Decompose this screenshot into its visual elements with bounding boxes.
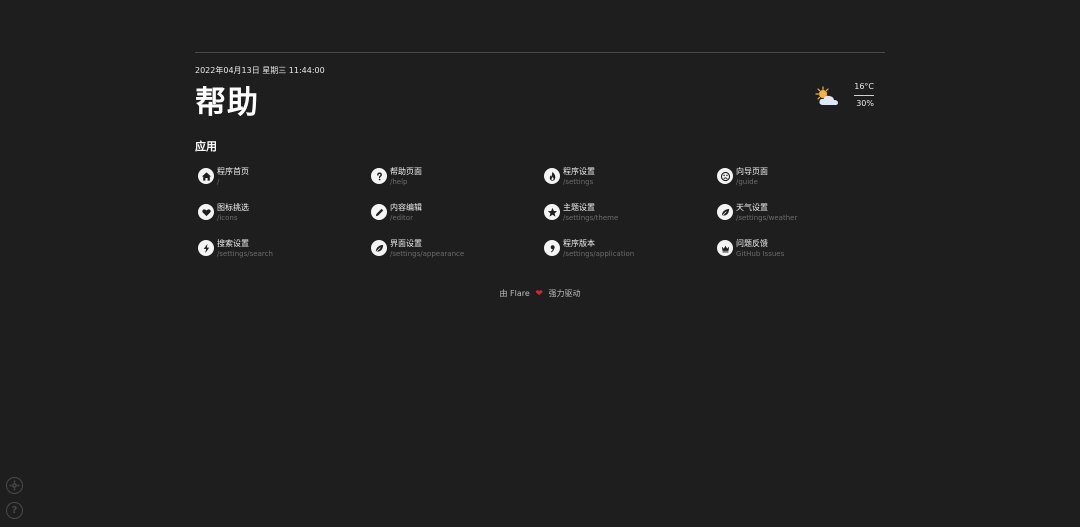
- app-path: /guide: [736, 178, 758, 186]
- section-title: 应用: [195, 140, 217, 153]
- app-name: 程序首页: [217, 167, 249, 176]
- app-name: 帮助页面: [390, 167, 422, 176]
- weather-widget: 16°C 30%: [814, 81, 874, 111]
- app-name: 内容编辑: [390, 203, 422, 212]
- heart-icon: ❤: [535, 289, 543, 299]
- footer-suffix: 强力驱动: [548, 289, 581, 298]
- heart-icon: [198, 204, 214, 220]
- settings-button[interactable]: [6, 477, 23, 494]
- app-name: 天气设置: [736, 203, 768, 212]
- app-item-version[interactable]: 程序版本 /settings/application: [541, 238, 714, 274]
- app-path: /editor: [390, 214, 413, 222]
- app-name: 图标挑选: [217, 203, 249, 212]
- app-item-theme[interactable]: 主题设置 /settings/theme: [541, 202, 714, 238]
- app-item-editor[interactable]: 内容编辑 /editor: [368, 202, 541, 238]
- app-item-guide[interactable]: 向导页面 /guide: [714, 166, 885, 202]
- app-name: 程序设置: [563, 167, 595, 176]
- leaf-icon: [371, 240, 387, 256]
- app-path: /: [217, 178, 220, 186]
- app-item-home[interactable]: 程序首页 /: [195, 166, 368, 202]
- question-icon: ?: [11, 505, 18, 516]
- top-divider: [195, 52, 885, 53]
- app-name: 界面设置: [390, 239, 422, 248]
- app-item-icons[interactable]: 图标挑选 /icons: [195, 202, 368, 238]
- lightning-icon: [198, 240, 214, 256]
- app-name: 主题设置: [563, 203, 595, 212]
- footer-prefix: 由 Flare: [499, 289, 530, 298]
- app-path: /settings/appearance: [390, 250, 465, 258]
- question-icon: [371, 168, 387, 184]
- current-datetime: 2022年04月13日 星期三 11:44:00: [195, 66, 325, 75]
- app-path: /settings: [563, 178, 594, 186]
- app-name: 问题反馈: [736, 239, 768, 248]
- leaf-icon: [717, 204, 733, 220]
- app-name: 搜索设置: [217, 239, 249, 248]
- pencil-icon: [371, 204, 387, 220]
- partly-cloudy-icon: [815, 86, 838, 105]
- app-name: 程序版本: [563, 239, 595, 248]
- star-icon: [544, 204, 560, 220]
- app-item-appearance[interactable]: 界面设置 /settings/appearance: [368, 238, 541, 274]
- help-button[interactable]: ?: [6, 502, 23, 519]
- fire-icon: [544, 168, 560, 184]
- weather-humidity: 30%: [856, 99, 874, 108]
- comma-icon: [544, 240, 560, 256]
- weather-temperature: 16°C: [854, 82, 874, 91]
- app-path: GitHub Issues: [736, 250, 785, 258]
- app-item-help[interactable]: 帮助页面 /help: [368, 166, 541, 202]
- app-grid: 程序首页 / 帮助页面 /help 程序设置 /settings 向导页面 /g…: [195, 166, 885, 274]
- app-path: /settings/weather: [736, 214, 798, 222]
- footer: 由 Flare ❤ 强力驱动: [195, 288, 885, 300]
- app-path: /settings/application: [563, 250, 635, 258]
- app-item-weather[interactable]: 天气设置 /settings/weather: [714, 202, 885, 238]
- app-path: /help: [390, 178, 408, 186]
- compass-icon: [717, 168, 733, 184]
- page-title: 帮助: [195, 85, 259, 121]
- app-item-search-settings[interactable]: 搜索设置 /settings/search: [195, 238, 368, 274]
- gear-icon: [9, 480, 20, 491]
- weather-divider: [854, 95, 874, 96]
- crown-icon: [717, 240, 733, 256]
- home-icon: [198, 168, 214, 184]
- app-path: /settings/theme: [563, 214, 619, 222]
- app-name: 向导页面: [736, 167, 768, 176]
- main-container: 2022年04月13日 星期三 11:44:00 帮助 16°C 30% 应用 …: [195, 52, 885, 300]
- app-item-feedback[interactable]: 问题反馈 GitHub Issues: [714, 238, 885, 274]
- app-path: /settings/search: [217, 250, 273, 258]
- app-item-settings[interactable]: 程序设置 /settings: [541, 166, 714, 202]
- app-path: /icons: [217, 214, 238, 222]
